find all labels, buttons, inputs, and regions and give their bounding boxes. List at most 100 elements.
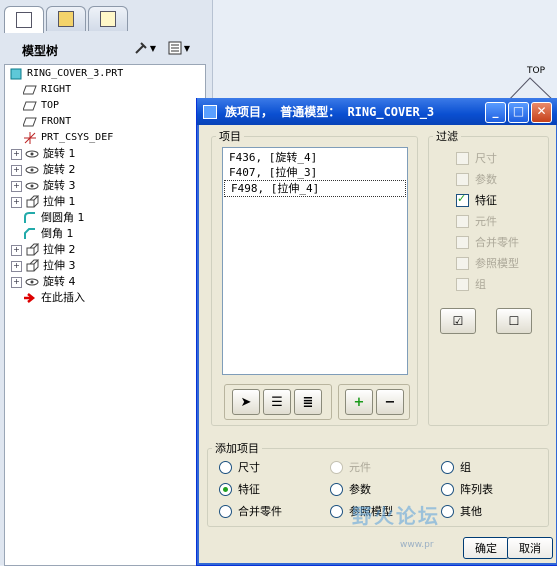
radio-label: 尺寸 — [238, 461, 260, 474]
list-item[interactable]: F407, [拉伸_3] — [223, 165, 407, 180]
expand-toggle-icon[interactable]: + — [11, 180, 22, 192]
tree-node[interactable]: + 旋转 4 — [11, 274, 76, 290]
radio-label: 合并零件 — [238, 505, 282, 518]
select-list-button[interactable]: ☰ — [263, 389, 291, 415]
tree-node-label: 倒圆角 1 — [41, 211, 85, 224]
chamfer-icon — [23, 227, 37, 241]
extrude-icon — [25, 243, 39, 257]
plus-icon: + — [353, 394, 365, 410]
revolve-icon — [25, 147, 39, 161]
add-type-radio[interactable]: 特征 — [219, 480, 260, 498]
expand-toggle-icon[interactable]: + — [11, 260, 22, 272]
tree-node[interactable]: 倒圆角 1 — [23, 210, 85, 226]
tab-folder-browser[interactable] — [46, 6, 86, 31]
cancel-button[interactable]: 取消 — [507, 537, 553, 559]
tab-model-tree[interactable] — [4, 6, 44, 33]
maximize-button[interactable]: □ — [508, 102, 529, 123]
dialog-titlebar[interactable]: 族项目， 普通模型： RING_COVER_3 _ □ ✕ — [197, 98, 557, 125]
datum-plane-icon — [23, 115, 37, 129]
radio-circle[interactable] — [441, 504, 454, 518]
select-all-button[interactable]: ≣ — [294, 389, 322, 415]
add-type-radio[interactable]: 参数 — [330, 480, 371, 498]
items-legend: 项目 — [219, 130, 241, 143]
tree-node-label: 拉伸 3 — [43, 259, 76, 272]
filter-checkbox[interactable]: 组 — [456, 275, 486, 293]
checkbox-box[interactable] — [456, 214, 469, 228]
add-type-radio[interactable]: 阵列表 — [441, 480, 493, 498]
tree-node[interactable]: TOP — [23, 98, 59, 114]
radio-circle[interactable] — [330, 460, 343, 474]
tree-node[interactable]: 倒角 1 — [23, 226, 74, 242]
radio-circle[interactable] — [441, 460, 454, 474]
uncheck-list-icon: ☐ — [508, 314, 520, 328]
list-item[interactable]: F436, [旋转_4] — [223, 150, 407, 165]
tree-node[interactable]: FRONT — [23, 114, 71, 130]
add-item-button[interactable]: + — [345, 389, 373, 415]
filter-checkbox[interactable]: 尺寸 — [456, 149, 497, 167]
checkbox-box[interactable] — [456, 277, 469, 291]
model-tree: RING_COVER_3.PRT RIGHT TOP FRONT PRT_CSYS_DE… — [4, 64, 206, 566]
add-type-radio[interactable]: 合并零件 — [219, 502, 282, 520]
tree-node[interactable]: + 拉伸 1 — [11, 194, 76, 210]
tree-node-label: PRT_CSYS_DEF — [41, 132, 114, 143]
list-item[interactable]: F498, [拉伸_4] — [224, 180, 406, 197]
add-type-radio[interactable]: 其他 — [441, 502, 482, 520]
list-lines-icon: ☰ — [271, 394, 283, 410]
tree-node-label: 在此插入 — [41, 291, 85, 304]
filter-checkbox[interactable]: 合并零件 — [456, 233, 519, 251]
select-all-filters-button[interactable]: ☑ — [440, 308, 476, 334]
radio-circle[interactable] — [219, 460, 232, 474]
checkbox-box[interactable] — [456, 256, 469, 270]
watermark: 野火论坛 — [352, 504, 440, 528]
filter-checkbox[interactable]: 参数 — [456, 170, 497, 188]
checkbox-box[interactable] — [456, 235, 469, 249]
radio-circle[interactable] — [441, 482, 454, 496]
expand-toggle-icon[interactable]: + — [11, 276, 22, 288]
tree-node[interactable]: + 拉伸 3 — [11, 258, 76, 274]
tree-node[interactable]: + 旋转 1 — [11, 146, 76, 162]
filter-legend: 过滤 — [436, 130, 458, 143]
radio-circle[interactable] — [330, 482, 343, 496]
tree-node-label: RING_COVER_3.PRT — [27, 68, 124, 79]
expand-toggle-icon[interactable]: + — [11, 196, 22, 208]
radio-circle[interactable] — [219, 482, 232, 496]
tree-node[interactable]: RIGHT — [23, 82, 71, 98]
clear-filters-button[interactable]: ☐ — [496, 308, 532, 334]
tree-node[interactable]: + 拉伸 2 — [11, 242, 76, 258]
tree-node[interactable]: PRT_CSYS_DEF — [23, 130, 113, 146]
tab-favorites[interactable] — [88, 6, 128, 31]
watermark-url: www.pr — [400, 540, 434, 550]
checkbox-box[interactable] — [456, 172, 469, 186]
checkbox-box[interactable] — [456, 151, 469, 165]
part-icon — [9, 67, 23, 81]
tree-node[interactable]: 在此插入 — [23, 290, 85, 306]
tree-node[interactable]: + 旋转 3 — [11, 178, 76, 194]
radio-circle[interactable] — [330, 504, 343, 518]
expand-toggle-icon[interactable]: + — [11, 164, 22, 176]
favorites-icon — [100, 11, 116, 27]
expand-toggle-icon[interactable]: + — [11, 244, 22, 256]
show-menu-button[interactable]: ▼ — [164, 38, 194, 58]
tree-node[interactable]: + 旋转 2 — [11, 162, 76, 178]
close-button[interactable]: ✕ — [531, 102, 552, 123]
radio-label: 其他 — [460, 505, 482, 518]
filter-checkbox[interactable]: 元件 — [456, 212, 497, 230]
settings-button[interactable]: ▼ — [130, 38, 160, 58]
round-icon — [23, 211, 37, 225]
ok-button[interactable]: 确定 — [463, 537, 509, 559]
dialog-title: 族项目， 普通模型： RING_COVER_3 — [225, 105, 435, 119]
filter-checkbox[interactable]: 特征 — [456, 191, 497, 209]
filter-checkbox[interactable]: 参照模型 — [456, 254, 519, 272]
remove-item-button[interactable]: − — [376, 389, 404, 415]
expand-toggle-icon[interactable]: + — [11, 148, 22, 160]
tree-node[interactable]: RING_COVER_3.PRT — [9, 66, 123, 82]
checkbox-label: 特征 — [475, 194, 497, 207]
add-type-radio[interactable]: 元件 — [330, 458, 371, 476]
select-pointer-button[interactable]: ➤ — [232, 389, 260, 415]
radio-circle[interactable] — [219, 504, 232, 518]
add-type-radio[interactable]: 组 — [441, 458, 471, 476]
checkbox-box[interactable] — [456, 192, 469, 207]
minimize-button[interactable]: _ — [485, 102, 506, 123]
add-type-radio[interactable]: 尺寸 — [219, 458, 260, 476]
items-list[interactable]: F436, [旋转_4] F407, [拉伸_3] F498, [拉伸_4] — [222, 147, 408, 375]
